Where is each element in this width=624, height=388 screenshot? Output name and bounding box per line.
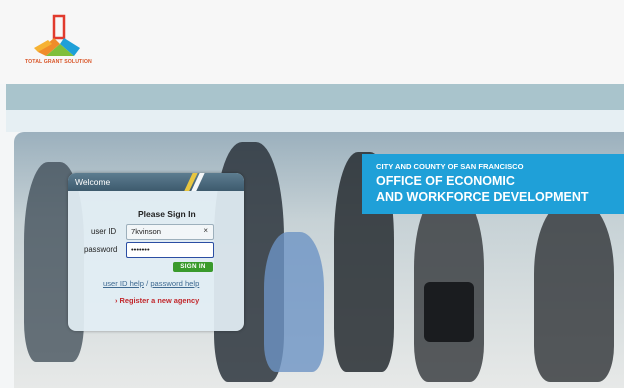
login-panel: Welcome Please Sign In user ID 7kvinson …	[68, 173, 244, 331]
register-agency-link[interactable]: › Register a new agency	[115, 296, 199, 305]
password-help-link[interactable]: password help	[150, 279, 199, 288]
sign-in-button[interactable]: SIGN IN	[173, 262, 213, 272]
site-header: TOTAL GRANT SOLUTION	[0, 0, 624, 84]
banner-city: CITY AND COUNTY OF SAN FRANCISCO	[376, 162, 524, 171]
password-value: •••••••	[131, 245, 150, 254]
help-links: user ID help / password help	[103, 279, 199, 288]
user-id-value: 7kvinson	[131, 227, 161, 236]
password-label: password	[84, 245, 118, 254]
sub-band	[6, 110, 624, 132]
sign-in-title: Please Sign In	[138, 209, 196, 219]
user-id-field[interactable]: 7kvinson ×	[126, 224, 214, 240]
user-id-label: user ID	[91, 227, 117, 236]
welcome-label: Welcome	[75, 177, 111, 187]
clear-icon[interactable]: ×	[203, 226, 208, 235]
user-id-help-link[interactable]: user ID help	[103, 279, 144, 288]
logo-text: TOTAL GRANT SOLUTION	[25, 59, 92, 65]
register-label: Register a new agency	[119, 296, 200, 305]
banner-office: OFFICE OF ECONOMIC	[376, 174, 515, 188]
office-banner: CITY AND COUNTY OF SAN FRANCISCO OFFICE …	[362, 154, 624, 214]
chevron-right-icon: ›	[115, 296, 118, 305]
briefcase	[424, 282, 474, 342]
background-figure	[534, 202, 614, 382]
login-header: Welcome	[68, 173, 244, 191]
background-figure	[264, 232, 324, 372]
navigation-band	[6, 84, 624, 110]
link-separator: /	[146, 279, 149, 288]
banner-department: AND WORKFORCE DEVELOPMENT	[376, 190, 589, 204]
password-field[interactable]: •••••••	[126, 242, 214, 258]
